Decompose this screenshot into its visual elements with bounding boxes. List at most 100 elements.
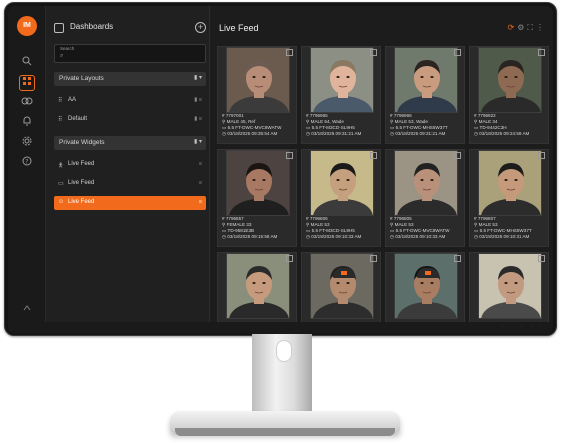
cap xyxy=(333,268,355,278)
app-screen: IM ? Dashboards + Search ⌕ Private Layou… xyxy=(8,6,553,322)
widget-item-live-feed[interactable]: ▭ Live Feed ≡ xyxy=(54,177,206,191)
face-snapshot[interactable] xyxy=(394,150,458,216)
feed-tile[interactable]: # 7797001 ⚲ MALE 45, Ref ▭ 6.5 FT-DWC-MVC8… xyxy=(217,46,297,144)
search-input[interactable]: Search ⌕ xyxy=(54,44,206,63)
feed-tile[interactable]: # 7796806 ⚲ MALE 53 ▭ 5.5 FT-M3CD-SL9H5 ◷ 0… xyxy=(301,149,381,247)
person-silhouette xyxy=(229,266,289,318)
expand-icon[interactable] xyxy=(538,255,545,262)
face-snapshot[interactable] xyxy=(394,253,458,319)
refresh-icon[interactable]: ⟳ xyxy=(508,23,518,32)
widget-actions-icon[interactable]: ≡ xyxy=(199,199,202,205)
layout-label: Default xyxy=(68,116,88,122)
widget-label: Live Feed xyxy=(68,180,95,186)
face-snapshot[interactable] xyxy=(478,253,542,319)
widget-actions-icon[interactable]: ≡ xyxy=(199,161,202,167)
icon-rail: IM ? xyxy=(8,6,46,322)
section-label: Private Layouts xyxy=(59,75,104,82)
capture-time: ◷ 03/18/2025 09:35:54 AM xyxy=(222,131,278,136)
more-icon[interactable]: ⋮ xyxy=(536,23,547,32)
feed-tile[interactable] xyxy=(301,252,381,322)
widget-actions-icon[interactable]: ≡ xyxy=(199,180,202,186)
tile-metadata: # 7796965 ⚲ MALE 54, Wade ▭ 5.5 FT-M3CD-SL… xyxy=(306,113,382,137)
chevron-down-icon[interactable]: ▮ ▾ xyxy=(194,138,202,145)
tile-metadata: # 7796922 ⚲ MALE 34 ▭ TD-9442C3H ◷ 03/18/20… xyxy=(474,113,550,137)
expand-icon[interactable] xyxy=(370,152,377,159)
face-snapshot[interactable] xyxy=(394,47,458,113)
layout-actions-icon[interactable]: ▮ ≡ xyxy=(194,116,202,122)
feed-tile[interactable]: # 7796922 ⚲ MALE 34 ▭ TD-9442C3H ◷ 03/18/20… xyxy=(469,46,549,144)
expand-icon[interactable] xyxy=(454,152,461,159)
expand-icon[interactable] xyxy=(538,49,545,56)
face-snapshot[interactable] xyxy=(226,47,290,113)
expand-icon[interactable] xyxy=(286,152,293,159)
capture-time: ◷ 03/18/2025 09:10:31 AM xyxy=(474,234,530,239)
dashboards-panel: Dashboards + Search ⌕ Private Layouts ▮ … xyxy=(46,6,210,322)
add-dashboard-icon[interactable]: + xyxy=(195,22,206,33)
feed-tile[interactable] xyxy=(469,252,549,322)
layout-item-aa[interactable]: ⠿ AA ▮ ≡ xyxy=(54,94,206,108)
feed-tile[interactable]: # 7796857 ⚲ FEMALE 33 ▭ TD-9581E3B ◷ 03/18/… xyxy=(217,149,297,247)
grid-icon: ⠿ xyxy=(58,117,63,123)
cap xyxy=(417,268,439,278)
person-silhouette xyxy=(313,60,373,112)
dashboards-icon[interactable] xyxy=(19,75,35,91)
help-icon[interactable]: ? xyxy=(19,156,35,172)
expand-icon[interactable] xyxy=(286,49,293,56)
expand-icon[interactable] xyxy=(370,49,377,56)
widget-item-live-feed[interactable]: 🯅 Live Feed ≡ xyxy=(54,158,206,172)
face-snapshot[interactable] xyxy=(226,253,290,319)
feed-tile[interactable]: # 7796966 ⚲ MALE 53, Wade ▭ 6.5 FT-DWC-MHS… xyxy=(385,46,465,144)
capture-time: ◷ 03/18/2025 09:15:58 AM xyxy=(222,234,278,239)
private-layouts-header[interactable]: Private Layouts ▮ ▾ xyxy=(54,72,206,86)
dashboard-icon xyxy=(54,23,64,33)
watch-icon[interactable] xyxy=(19,96,35,112)
layout-item-default[interactable]: ⠿ Default ▮ ≡ xyxy=(54,113,206,127)
filter-icon[interactable]: ⚙ xyxy=(517,23,527,32)
tile-metadata: # 7796806 ⚲ MALE 53 ▭ 5.5 FT-M3CD-SL9H5 ◷ 0… xyxy=(306,216,382,240)
private-widgets-header[interactable]: Private Widgets ▮ ▾ xyxy=(54,136,206,150)
expand-icon[interactable] xyxy=(370,255,377,262)
feed-tile[interactable] xyxy=(217,252,297,322)
capture-time: ◷ 03/18/2025 09:31:21 AM xyxy=(306,131,362,136)
tile-metadata: # 7796805 ⚲ MALE 53 ▭ 6.5 FT-DWC-MVC8WATW ◷… xyxy=(390,216,466,240)
search-icon[interactable] xyxy=(19,56,35,72)
layout-label: AA xyxy=(68,97,77,103)
feed-tile[interactable] xyxy=(385,252,465,322)
face-snapshot[interactable] xyxy=(310,253,374,319)
live-feed-area: Live Feed ⟳⚙⛶⋮ # 7797001 ⚲ MALE 45, Ref ▭ … xyxy=(211,6,553,322)
alerts-icon[interactable] xyxy=(19,116,35,132)
chevron-down-icon[interactable]: ▮ ▾ xyxy=(194,74,202,81)
feed-tile[interactable]: # 7796807 ⚲ MALE 53 ▭ 6.5 FT-DWC-MHS5W37T ◷… xyxy=(469,149,549,247)
widget-item-live-feed-active[interactable]: ☺ Live Feed ≡ xyxy=(54,196,206,210)
face-snapshot[interactable] xyxy=(478,150,542,216)
face-snapshot[interactable] xyxy=(478,47,542,113)
capture-time: ◷ 03/18/2025 09:10:33 AM xyxy=(306,234,362,239)
person-silhouette xyxy=(397,266,457,318)
tile-metadata: # 7796807 ⚲ MALE 53 ▭ 6.5 FT-DWC-MHS5W37T ◷… xyxy=(474,216,550,240)
person-silhouette xyxy=(229,163,289,215)
search-icon: ⌕ xyxy=(60,53,64,59)
expand-icon[interactable] xyxy=(454,255,461,262)
monitor-buttons: · · · · · xyxy=(501,324,545,330)
feed-toolbar: ⟳⚙⛶⋮ xyxy=(508,23,547,33)
feed-title: Live Feed xyxy=(219,23,259,33)
collapse-icon[interactable] xyxy=(19,302,35,318)
capture-time: ◷ 03/18/2025 09:31:21 AM xyxy=(390,131,446,136)
expand-icon[interactable] xyxy=(286,255,293,262)
face-snapshot[interactable] xyxy=(226,150,290,216)
layout-actions-icon[interactable]: ▮ ≡ xyxy=(194,97,202,103)
svg-text:?: ? xyxy=(25,158,28,165)
face-icon: ☺ xyxy=(58,199,65,205)
expand-icon[interactable] xyxy=(454,49,461,56)
person-silhouette xyxy=(481,266,541,318)
feed-tile[interactable]: # 7796805 ⚲ MALE 53 ▭ 6.5 FT-DWC-MVC8WATW ◷… xyxy=(385,149,465,247)
feed-tile[interactable]: # 7796965 ⚲ MALE 54, Wade ▭ 5.5 FT-M3CD-SL… xyxy=(301,46,381,144)
fullscreen-icon[interactable]: ⛶ xyxy=(527,23,536,32)
user-avatar[interactable]: IM xyxy=(17,16,37,36)
expand-icon[interactable] xyxy=(538,152,545,159)
person-icon: 🯅 xyxy=(58,163,64,169)
settings-icon[interactable] xyxy=(19,136,35,152)
face-snapshot[interactable] xyxy=(310,150,374,216)
face-snapshot[interactable] xyxy=(310,47,374,113)
monitor-chin: · · · · · xyxy=(8,322,553,334)
